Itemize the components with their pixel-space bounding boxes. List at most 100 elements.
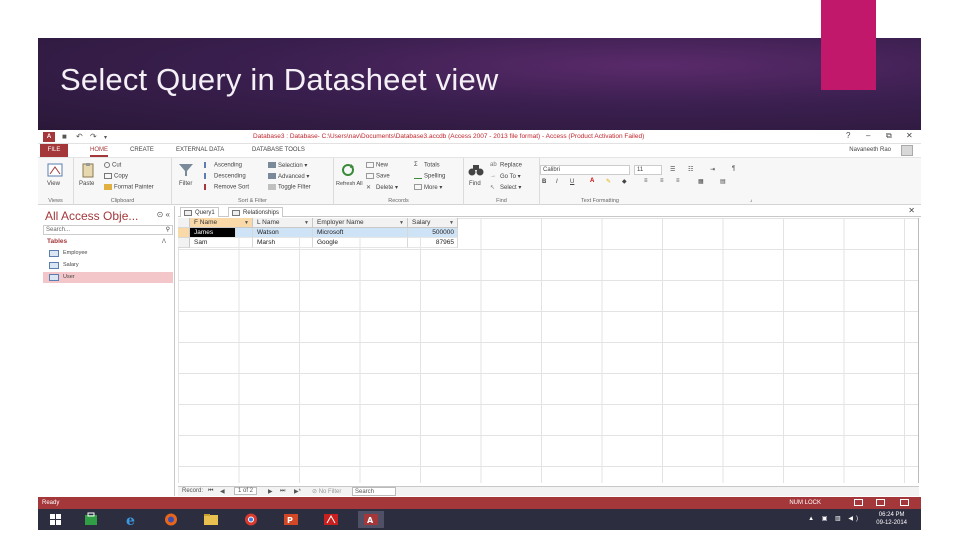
refresh-all-button[interactable]: Refresh All [336,181,363,187]
descending-button[interactable]: Descending [204,173,246,180]
last-record-button[interactable]: ⏭ [280,488,285,495]
nav-item-user[interactable]: User [43,272,173,283]
dialog-launcher-icon[interactable]: ⌟ [750,197,752,203]
paragraph-icon[interactable]: ¶ [732,166,735,172]
delete-record-button[interactable]: ✕ Delete ▾ [366,184,398,191]
store-icon[interactable] [78,511,104,528]
nav-item-employee[interactable]: Employee [43,248,173,259]
table-cell-fill[interactable] [236,228,253,238]
tab-database-tools[interactable]: DATABASE TOOLS [252,147,305,153]
chevron-down-icon[interactable]: ▼ [244,218,249,228]
search-icon[interactable]: ⚲ [166,226,170,233]
chrome-icon[interactable] [238,511,264,528]
italic-button[interactable]: I [556,179,558,185]
align-right-icon[interactable]: ≡ [676,178,680,184]
user-name[interactable]: Navaneeth Rao [849,147,891,153]
list-bullets-icon[interactable]: ☰ [670,166,675,173]
view-icon[interactable] [47,162,63,178]
replace-button[interactable]: ab Replace [490,162,522,169]
format-painter-button[interactable]: Format Painter [104,184,154,191]
spelling-button[interactable]: Spelling [414,173,445,180]
more-button[interactable]: More ▾ [414,184,442,191]
remove-sort-button[interactable]: Remove Sort [204,184,249,191]
bold-button[interactable]: B [542,179,546,185]
redo-icon[interactable]: ↷ [90,132,97,141]
align-left-icon[interactable]: ≡ [644,178,648,184]
selection-button[interactable]: Selection ▾ [268,162,307,169]
close-document-icon[interactable]: ✕ [908,206,915,215]
column-header-l-name[interactable]: L Name ▼ [253,218,313,228]
record-search-input[interactable]: Search [352,487,396,496]
table-cell[interactable]: 500000 [408,228,458,238]
system-tray-icons[interactable]: ▲ ▣ ▥ ◀) [808,515,861,522]
previous-record-button[interactable]: ◀ [220,488,225,495]
clock[interactable]: 06:24 PM 09-12-2014 [876,511,907,527]
totals-button[interactable]: Σ Totals [414,162,440,169]
align-center-icon[interactable]: ≡ [660,178,664,184]
nav-search-input[interactable]: Search... [43,225,173,235]
refresh-icon[interactable] [340,162,356,178]
gridlines-icon[interactable]: ▦ [698,178,704,185]
table-cell[interactable]: Marsh [253,238,313,248]
nav-pane-title[interactable]: All Access Obje... [45,209,138,223]
chevron-down-icon[interactable]: ▼ [304,218,309,228]
powerpoint-icon[interactable]: P [278,511,304,528]
font-color-icon[interactable]: A [590,178,594,184]
row-selector[interactable] [178,238,190,248]
alternate-row-color-icon[interactable]: ▤ [720,178,726,185]
cut-button[interactable]: Cut [104,162,121,169]
row-selector[interactable] [178,228,190,238]
design-view-icon[interactable] [900,499,909,506]
binoculars-icon[interactable] [468,162,484,178]
highlight-icon[interactable]: ✎ [606,178,611,185]
goto-button[interactable]: → Go To ▾ [490,173,521,180]
tab-external-data[interactable]: EXTERNAL DATA [176,147,224,153]
filter-icon[interactable] [178,162,194,178]
nav-section-tables[interactable]: Tables [47,238,67,245]
advanced-button[interactable]: Advanced ▾ [268,173,309,180]
table-cell[interactable]: 87965 [408,238,458,248]
tab-home[interactable]: HOME [90,147,108,157]
no-filter-button[interactable]: ⊘ No Filter [312,488,341,495]
sql-view-icon[interactable] [876,499,885,506]
paste-icon[interactable] [80,162,96,178]
select-button[interactable]: ↖ Select ▾ [490,184,521,191]
tab-file[interactable]: FILE [40,144,68,157]
internet-explorer-icon[interactable]: e [118,511,144,528]
list-numbers-icon[interactable]: ☷ [688,166,693,173]
file-explorer-icon[interactable] [198,511,224,528]
access-taskbar-icon[interactable]: A [358,511,384,528]
firefox-icon[interactable] [158,511,184,528]
new-record-button[interactable]: New [366,162,388,169]
font-name-select[interactable]: Calibri [540,165,630,175]
qat-customize-icon[interactable]: ▾ [104,134,107,141]
table-cell[interactable]: Microsoft [313,228,408,238]
ascending-button[interactable]: Ascending [204,162,242,169]
minimize-button[interactable]: – [866,131,870,140]
table-cell[interactable]: Google [313,238,408,248]
table-cell[interactable]: Watson [253,228,313,238]
view-button[interactable]: View [47,181,60,187]
first-record-button[interactable]: ⏮ [208,488,213,495]
close-button[interactable]: ✕ [906,131,913,140]
indent-icon[interactable]: ⇥ [710,166,715,173]
record-position-field[interactable]: 1 of 2 [234,487,258,495]
underline-button[interactable]: U [570,179,574,185]
save-icon[interactable]: ■ [62,132,67,141]
chevron-up-icon[interactable]: ᐱ [162,238,166,245]
tab-create[interactable]: CREATE [130,147,154,153]
paste-button[interactable]: Paste [79,181,94,187]
chevron-down-icon[interactable]: ▼ [399,218,404,228]
nav-pane-collapse-icon[interactable]: ⊙ « [157,210,170,219]
nav-item-salary[interactable]: Salary [43,260,173,271]
new-record-nav-button[interactable]: ▶* [294,488,301,495]
font-size-select[interactable]: 11 [634,165,662,175]
restore-button[interactable]: ⧉ [886,131,892,141]
windows-start-icon[interactable] [42,511,68,528]
chevron-down-icon[interactable]: ▼ [449,218,454,228]
column-header-employer-name[interactable]: Employer Name ▼ [313,218,408,228]
copy-button[interactable]: Copy [104,173,128,180]
table-cell[interactable]: James [190,228,236,238]
save-record-button[interactable]: Save [366,173,390,180]
datasheet-view-icon[interactable] [854,499,863,506]
